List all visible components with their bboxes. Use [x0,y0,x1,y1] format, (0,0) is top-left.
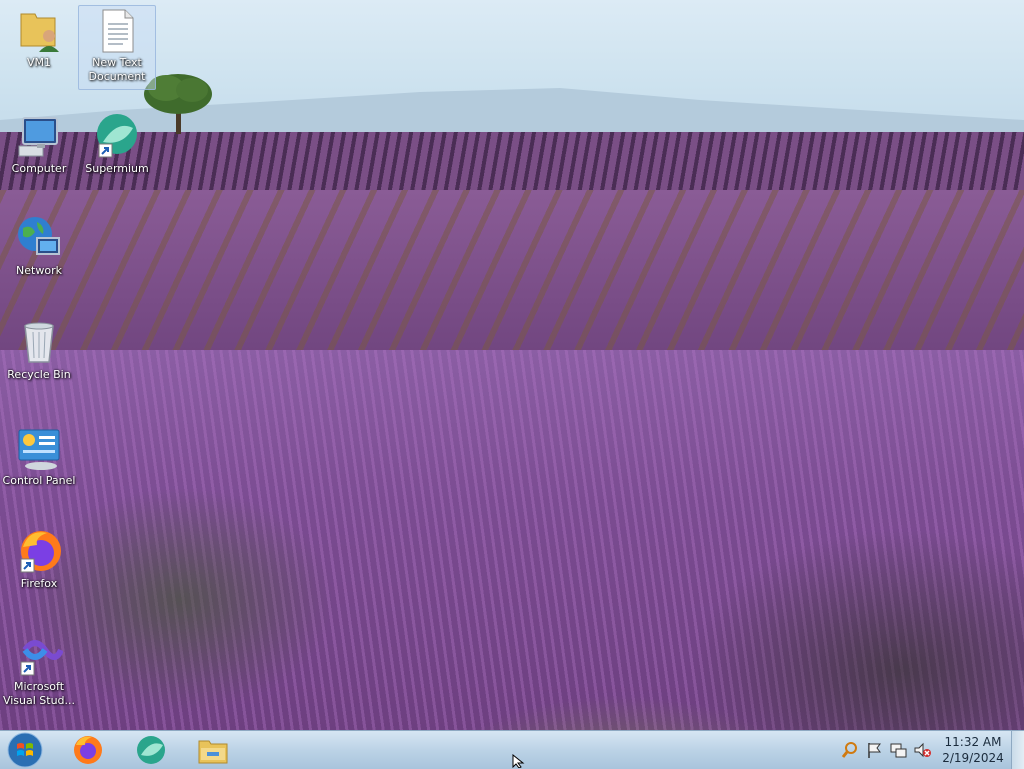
desktop-icon-supermium[interactable]: Supermium [79,112,155,176]
wallpaper-field-near [0,350,1024,730]
desktop-icon-label: Recycle Bin [7,368,71,381]
network-icon[interactable] [889,741,907,759]
desktop-icon-recycle-bin[interactable]: Recycle Bin [1,318,77,382]
text-document-icon [102,9,134,53]
taskbar-file-explorer-button[interactable] [191,733,235,767]
desktop-icon-label: Supermium [85,162,149,175]
desktop-icon-label: Network [16,264,62,277]
action-center-flag-icon[interactable] [865,741,883,759]
desktop-icon-vm1[interactable]: VM1 [1,6,77,70]
desktop-icon-label: Computer [11,162,67,175]
desktop-icon-network[interactable]: Network [1,214,77,278]
recycle-bin-icon [24,322,54,363]
desktop-icon-label: Firefox [20,577,58,590]
desktop-icon-computer[interactable]: Computer [1,112,77,176]
search-icon[interactable] [841,741,859,759]
supermium-icon [97,114,137,158]
desktop-icon-label: Control Panel [2,474,76,487]
control-panel-icon [18,429,60,470]
clock-time: 11:32 AM [944,735,1002,749]
desktop-icon-control-panel[interactable]: Control Panel [1,424,77,488]
taskbar-supermium-button[interactable] [129,733,173,767]
volume-muted-icon[interactable] [913,741,931,759]
clock-date: 2/19/2024 [942,751,1004,765]
computer-icon [18,117,58,157]
network-icon [18,217,60,255]
system-clock[interactable]: 11:32 AM 2/19/2024 [940,734,1006,766]
desktop-icon-firefox[interactable]: Firefox [1,527,77,591]
desktop-icon-label: Microsoft Visual Stud... [2,680,76,707]
desktop-wallpaper [0,0,1024,730]
desktop-icon-label: New Text Document [88,56,146,83]
desktop-icon-visual-studio[interactable]: Microsoft Visual Stud... [1,630,77,708]
desktop-icon-label: VM1 [26,56,51,69]
mouse-cursor-icon [512,754,525,768]
firefox-icon [20,531,61,573]
wallpaper-field-mid [0,190,1024,360]
desktop-icon-new-text-document[interactable]: New Text Document [78,5,156,90]
start-button[interactable] [6,732,44,768]
user-folder-icon [20,13,59,52]
visual-studio-icon [20,640,63,676]
taskbar-firefox-button[interactable] [66,733,110,767]
show-desktop-button[interactable] [1011,731,1024,769]
